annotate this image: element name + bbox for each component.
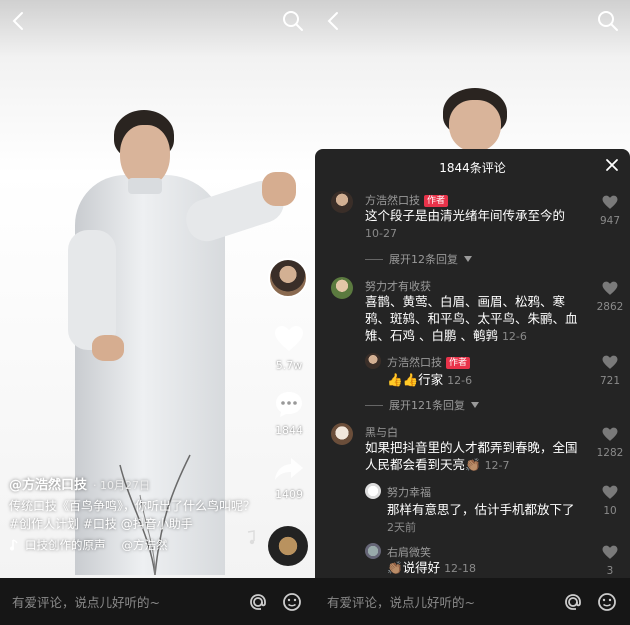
commenter-name[interactable]: 方浩然口技 作者 xyxy=(365,192,449,208)
chevron-down-icon xyxy=(464,256,472,262)
caption-text: 传统口技《百鸟争鸣》，你听出了什么鸟叫呢？#创作人计划 #口技 @抖音小助手 xyxy=(9,499,256,531)
heart-icon xyxy=(602,281,618,295)
back-arrow-icon[interactable] xyxy=(6,8,32,34)
avatar[interactable] xyxy=(365,353,381,369)
back-arrow-icon[interactable] xyxy=(321,8,347,34)
author-handle[interactable]: @方浩然口技 · 10月27日 xyxy=(9,474,259,493)
heart-icon xyxy=(602,355,618,369)
comment-text: 👏🏽说得好 12-18 xyxy=(387,560,477,575)
music-title: 口技创作的原声 xyxy=(25,538,106,552)
comment-text: 喜鹊、黄莺、白眉、画眉、松鸦、寒鸦、斑鸫、和平鸟、太平鸟、朱鹂、血雉、石鸡 、白… xyxy=(365,294,578,343)
music-note-icon xyxy=(10,539,18,551)
heart-icon xyxy=(602,195,618,209)
comment-like-count: 721 xyxy=(599,375,621,387)
author-avatar[interactable] xyxy=(268,258,308,298)
comment-like-button[interactable]: 1282 xyxy=(596,427,624,459)
comment-text: 那样有意思了，估计手机都放下了 2天前 xyxy=(387,502,575,534)
music-label[interactable]: 口技创作的原声 @方浩然 xyxy=(9,537,259,553)
post-date: · 10月27日 xyxy=(93,479,151,492)
music-disc[interactable] xyxy=(268,526,308,566)
comment-like-button[interactable]: 10 xyxy=(596,485,624,517)
comment-sheet-title: 1844条评论 xyxy=(439,161,506,175)
comment-like-count: 3 xyxy=(606,565,614,577)
heart-icon xyxy=(275,326,303,351)
comment-like-button[interactable]: 3 xyxy=(596,545,624,577)
author-badge: 作者 xyxy=(446,357,471,369)
commenter-name[interactable]: 努力才有收获 xyxy=(365,278,431,294)
commenter-name[interactable]: 方浩然口技 作者 xyxy=(387,354,471,370)
share-icon xyxy=(275,458,303,480)
video-caption: @方浩然口技 · 10月27日 传统口技《百鸟争鸣》，你听出了什么鸟叫呢？#创作人… xyxy=(9,474,259,553)
comment-like-count: 1282 xyxy=(596,447,624,459)
heart-icon xyxy=(602,427,618,441)
comment-like-button[interactable]: 947 xyxy=(596,195,624,227)
comment-count: 1844 xyxy=(275,424,303,437)
comment-input-bar[interactable]: 有爱评论，说点儿好听的~ xyxy=(315,578,630,625)
comment-icon xyxy=(276,392,302,417)
comment-button[interactable]: 1844 xyxy=(270,390,308,437)
emoji-icon[interactable] xyxy=(596,591,618,613)
avatar[interactable] xyxy=(331,423,353,445)
avatar[interactable] xyxy=(365,483,381,499)
video-panel-left: 5.7w 1844 1409 @方浩然口技 · 10月27日 传统口技《百鸟争鸣》… xyxy=(0,0,315,625)
emoji-icon[interactable] xyxy=(281,591,303,613)
comment-text: 👍👍行家 12-6 xyxy=(387,372,473,387)
comment-time: 12-6 xyxy=(501,330,527,343)
comment-input-bar[interactable]: 有爱评论，说点儿好听的~ xyxy=(0,578,315,625)
avatar[interactable] xyxy=(331,191,353,213)
music-author: @方浩然 xyxy=(121,538,168,552)
comment-like-button[interactable]: 721 xyxy=(596,355,624,387)
at-icon[interactable] xyxy=(247,591,269,613)
comment-like-count: 947 xyxy=(599,215,621,227)
avatar[interactable] xyxy=(365,543,381,559)
avatar[interactable] xyxy=(331,277,353,299)
at-icon[interactable] xyxy=(562,591,584,613)
share-button[interactable]: 1409 xyxy=(270,456,308,501)
search-icon[interactable] xyxy=(595,8,621,34)
comment-time: 10-27 xyxy=(365,227,397,240)
comment-time: 12-7 xyxy=(484,459,510,472)
chevron-down-icon xyxy=(471,402,479,408)
comment-sheet: 1844条评论 方浩然口技 作者 这个段子是由清光绪年间传承至今的 10-27 94… xyxy=(315,149,630,578)
comment-like-count: 10 xyxy=(603,505,617,517)
expand-replies-button[interactable]: 展开121条回复 xyxy=(365,397,479,413)
comment-like-count: 2862 xyxy=(596,301,624,313)
search-icon[interactable] xyxy=(280,8,306,34)
share-count: 1409 xyxy=(275,488,303,501)
like-button[interactable]: 5.7w xyxy=(270,325,308,372)
video-panel-right: 1844条评论 方浩然口技 作者 这个段子是由清光绪年间传承至今的 10-27 94… xyxy=(315,0,630,625)
comment-time: 12-6 xyxy=(447,374,473,387)
heart-icon xyxy=(602,545,618,559)
like-count: 5.7w xyxy=(275,359,303,372)
expand-replies-button[interactable]: 展开12条回复 xyxy=(365,251,472,267)
commenter-name[interactable]: 黑与白 xyxy=(365,424,398,440)
close-icon[interactable] xyxy=(603,156,621,174)
comment-text: 如果把抖音里的人才都弄到春晚，全国人民都会看到天亮👏🏽 12-7 xyxy=(365,440,578,472)
comment-input-placeholder[interactable]: 有爱评论，说点儿好听的~ xyxy=(327,592,550,611)
comment-time: 12-18 xyxy=(444,562,477,575)
commenter-name[interactable]: 努力幸福 xyxy=(387,484,431,500)
author-badge: 作者 xyxy=(424,195,449,207)
commenter-name[interactable]: 右肩微笑 xyxy=(387,544,431,560)
comment-text: 这个段子是由清光绪年间传承至今的 10-27 xyxy=(365,208,566,240)
heart-icon xyxy=(602,485,618,499)
comment-input-placeholder[interactable]: 有爱评论，说点儿好听的~ xyxy=(12,592,235,611)
comment-like-button[interactable]: 2862 xyxy=(596,281,624,313)
comment-time: 2天前 xyxy=(387,521,416,534)
